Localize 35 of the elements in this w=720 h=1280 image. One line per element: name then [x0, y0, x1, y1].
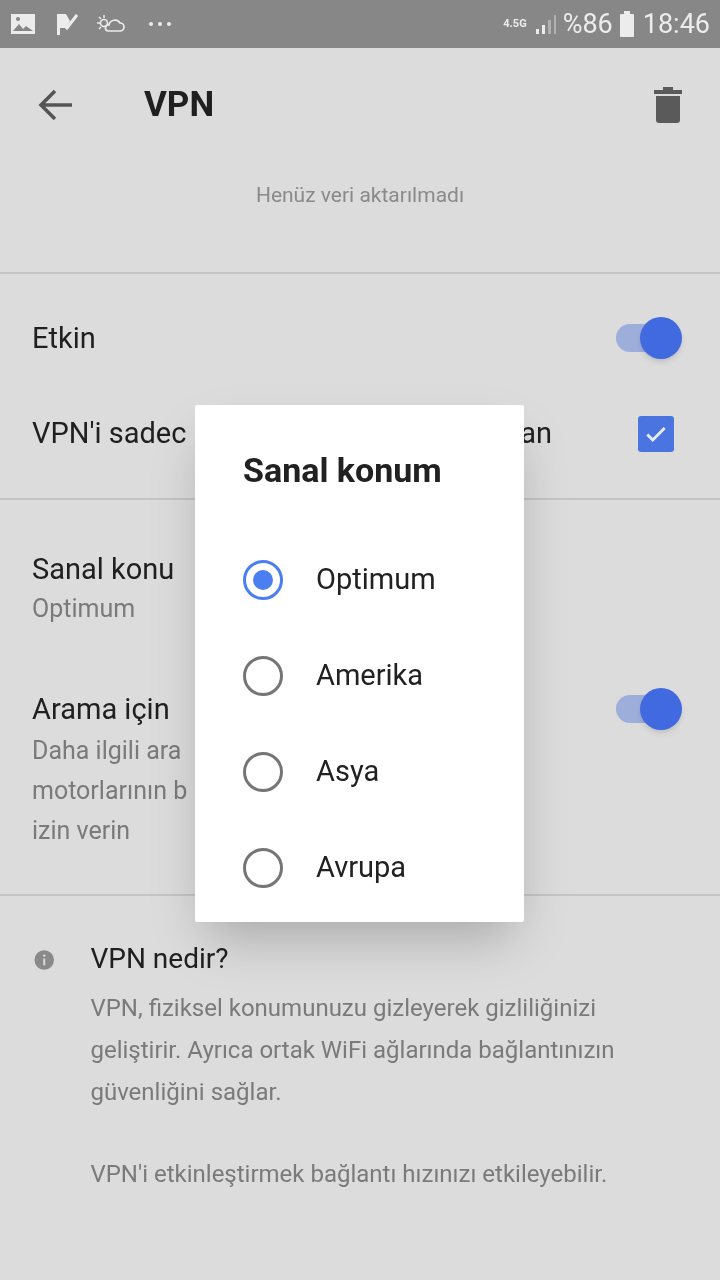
radio-button[interactable] — [243, 848, 283, 888]
check-flag-icon — [56, 12, 78, 36]
radio-option[interactable]: Asya — [195, 724, 524, 820]
radio-option[interactable]: Amerika — [195, 628, 524, 724]
battery-percent: %86 — [562, 6, 613, 42]
info-paragraph: VPN, fiziksel konumunuzu gizleyerek gizliliğinizi geliştirir. Ayrıca ortak WiFi ağlarında bağlantınızın güvenliğini sağlar. — [90, 993, 616, 1108]
dialog-title: Sanal konum — [243, 449, 443, 492]
image-icon — [10, 12, 36, 36]
radio-button[interactable] — [243, 560, 283, 600]
clock: 18:46 — [642, 6, 710, 42]
radio-option[interactable]: Avrupa — [195, 820, 524, 916]
trash-icon[interactable] — [654, 87, 682, 123]
setting-description: motorlarının b — [32, 775, 188, 807]
info-paragraph: VPN'i etkinleştirmek bağlantı hızınızı etkileyebilir. — [90, 1159, 609, 1190]
radio-button[interactable] — [243, 656, 283, 696]
setting-label: VPN'i sadec — [32, 415, 187, 453]
back-icon[interactable] — [38, 89, 74, 121]
signal-icon — [534, 13, 557, 35]
toggle-switch[interactable] — [614, 316, 682, 360]
setting-value: Optimum — [32, 593, 136, 625]
setting-description: Daha ilgili ara — [32, 735, 182, 767]
toolbar-title: VPN — [144, 82, 215, 127]
setting-label: Sanal konu — [32, 551, 175, 588]
more-icon — [148, 21, 172, 27]
data-note: Henüz veri aktarılmadı — [255, 182, 465, 209]
radio-option[interactable]: Optimum — [195, 532, 524, 628]
setting-description: izin verin — [32, 815, 131, 847]
toggle-switch[interactable] — [614, 687, 682, 731]
radio-button[interactable] — [243, 752, 283, 792]
setting-label: Etkin — [32, 320, 96, 357]
checkbox[interactable] — [638, 416, 674, 452]
network-type: 4.5G — [503, 18, 527, 30]
setting-label: Arama için — [32, 691, 170, 728]
battery-icon — [618, 11, 635, 37]
info-title: VPN nedir? — [90, 941, 230, 977]
